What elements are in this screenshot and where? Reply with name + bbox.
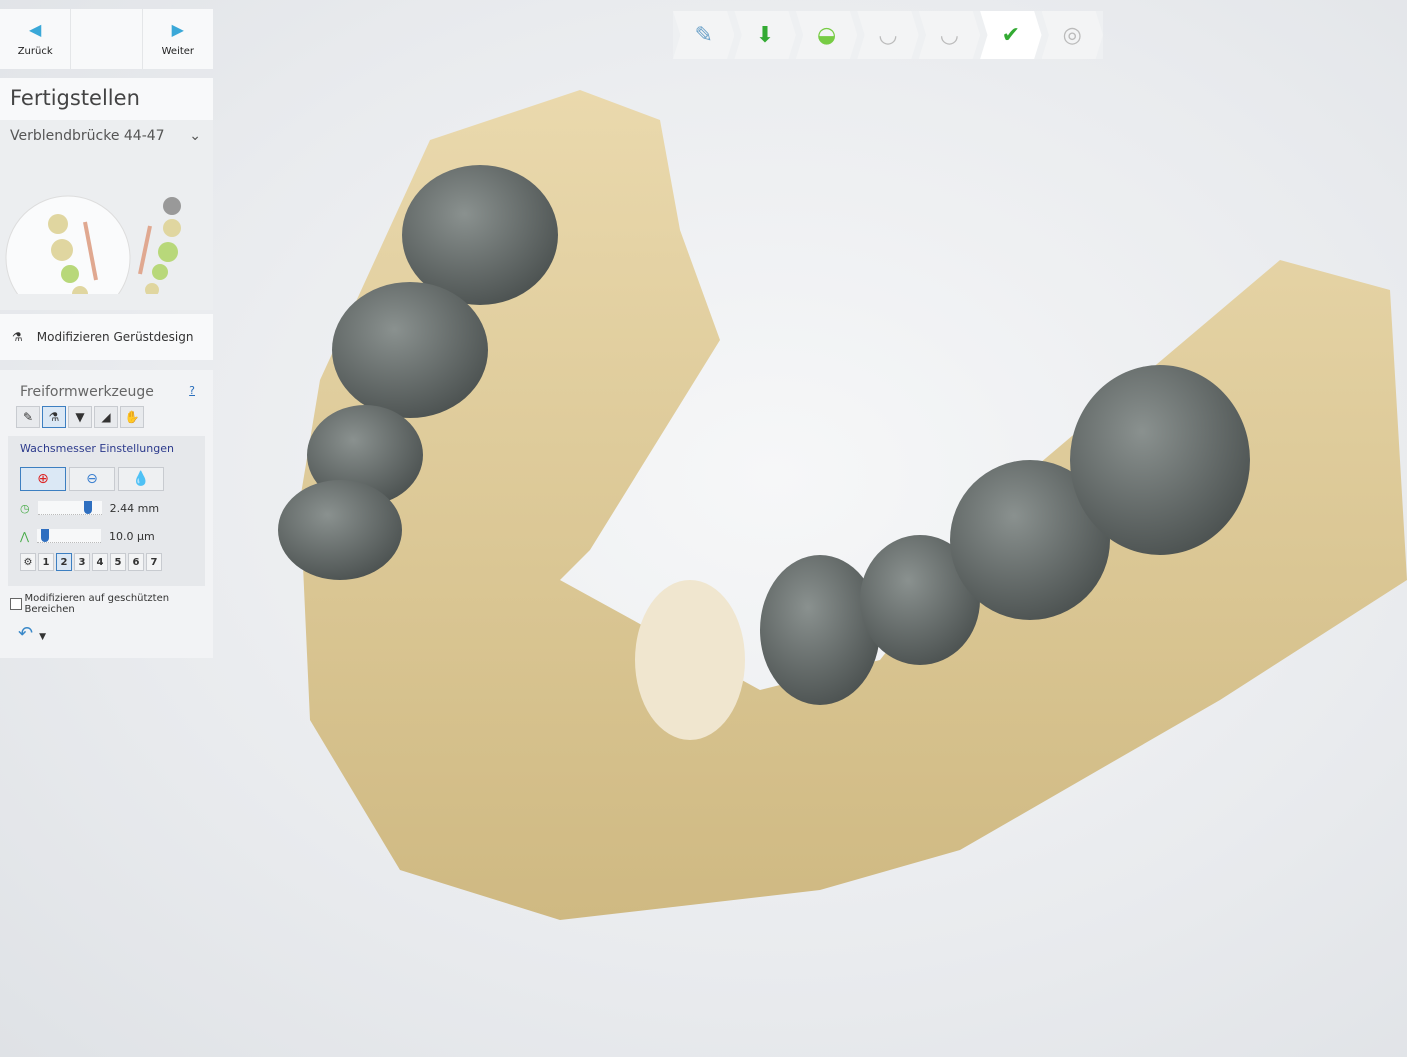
tooth-icon: ◡: [939, 22, 959, 48]
minus-icon: ⊖: [86, 471, 98, 487]
remove-material-button[interactable]: ⊖: [69, 467, 115, 491]
page-title: Fertigstellen: [0, 78, 213, 120]
workflow-bar: ✎ ⬇ ◒ ◡ ◡ ✔ ◎: [673, 11, 1103, 59]
wax-tool-icon: ⚗: [12, 330, 23, 344]
dental-model-viewport[interactable]: [260, 80, 1407, 940]
pencil-tool-icon[interactable]: ✎: [16, 406, 40, 428]
margin-icon: ◒: [816, 22, 837, 48]
undo-button[interactable]: ↶ ▼: [0, 615, 213, 644]
workflow-step-finalize[interactable]: ✔: [980, 11, 1042, 59]
restoration-dropdown[interactable]: Verblendbrücke 44-47 ⌄: [0, 120, 213, 144]
tooth-icon: ◡: [878, 22, 898, 48]
tooth-chart[interactable]: [0, 144, 213, 321]
smooth-button[interactable]: 💧: [118, 467, 164, 491]
wax-knife-settings: Wachsmesser Einstellungen ⊕ ⊖ 💧 ◷ 2.44 mm…: [8, 436, 205, 586]
preset-settings-icon[interactable]: ⚙: [20, 553, 36, 571]
size-value: 2.44 mm: [109, 501, 160, 515]
nav-spacer: [70, 9, 143, 69]
next-label: Weiter: [161, 45, 195, 57]
freeform-title: Freiformwerkzeuge: [20, 384, 154, 400]
restoration-panel: Verblendbrücke 44-47 ⌄: [0, 120, 213, 321]
wax-knife-tool-icon[interactable]: ⚗: [42, 406, 66, 428]
drop-icon: 💧: [132, 471, 150, 487]
protected-areas-checkbox[interactable]: Modifizieren auf geschützten Bereichen: [0, 586, 213, 615]
workflow-step-model[interactable]: ⬇: [734, 11, 796, 59]
back-button[interactable]: ◀ Zurück: [0, 9, 70, 69]
workflow-step-finish[interactable]: ◡: [918, 11, 981, 59]
strength-slider-thumb[interactable]: [41, 529, 50, 542]
pen-icon: ✎: [694, 22, 713, 48]
preset-7[interactable]: 7: [146, 553, 162, 571]
modify-framework-label: Modifizieren Gerüstdesign: [36, 330, 194, 344]
plus-icon: ⊕: [37, 471, 49, 487]
protected-areas-label: Modifizieren auf geschützten Bereichen: [24, 593, 170, 615]
tooth-check-icon: ✔: [1001, 22, 1021, 48]
add-material-button[interactable]: ⊕: [20, 467, 66, 491]
morph-tool-icon[interactable]: ✋: [120, 406, 144, 428]
arrow-right-icon: ▶: [171, 19, 184, 39]
workflow-step-administration[interactable]: ✎: [673, 11, 735, 59]
preset-1[interactable]: 1: [38, 553, 54, 571]
workflow-step-export[interactable]: ◎: [1041, 11, 1103, 59]
workflow-step-margin[interactable]: ◒: [795, 11, 858, 59]
disc-icon: ◎: [1062, 22, 1082, 48]
size-slider-thumb[interactable]: [83, 501, 92, 514]
preset-5[interactable]: 5: [110, 553, 126, 571]
strength-slider[interactable]: [37, 529, 102, 543]
next-button[interactable]: ▶ Weiter: [143, 9, 213, 69]
freeform-tools-panel: Freiformwerkzeuge? ✎ ⚗ ▼ ◢ ✋ Wachsmesser…: [0, 370, 213, 658]
strength-icon: ⋀: [20, 529, 30, 543]
size-icon: ◷: [20, 501, 30, 515]
smooth-tool-icon[interactable]: ◢: [94, 406, 118, 428]
preset-4[interactable]: 4: [92, 553, 108, 571]
strength-value: 10.0 µm: [109, 529, 155, 543]
modify-framework-button[interactable]: ⚗ Modifizieren Gerüstdesign: [0, 314, 213, 360]
undo-dropdown-icon[interactable]: ▼: [39, 632, 46, 642]
natural-tooth: [635, 580, 745, 740]
help-link[interactable]: ?: [189, 384, 195, 400]
chevron-down-icon: ⌄: [189, 128, 201, 144]
undo-icon: ↶: [18, 623, 34, 644]
preset-3[interactable]: 3: [74, 553, 90, 571]
size-slider[interactable]: [37, 501, 102, 515]
preset-6[interactable]: 6: [128, 553, 144, 571]
workflow-step-design[interactable]: ◡: [857, 11, 919, 59]
navigation-bar: ◀ Zurück ▶ Weiter: [0, 9, 213, 69]
back-label: Zurück: [17, 45, 53, 57]
shape-tool-icon[interactable]: ▼: [68, 406, 92, 428]
arrow-left-icon: ◀: [29, 19, 42, 39]
wax-settings-title: Wachsmesser Einstellungen: [20, 442, 174, 455]
preset-2[interactable]: 2: [56, 553, 72, 571]
restoration-label: Verblendbrücke 44-47: [10, 128, 165, 144]
checkbox[interactable]: [10, 598, 22, 610]
scan-icon: ⬇: [755, 22, 775, 48]
